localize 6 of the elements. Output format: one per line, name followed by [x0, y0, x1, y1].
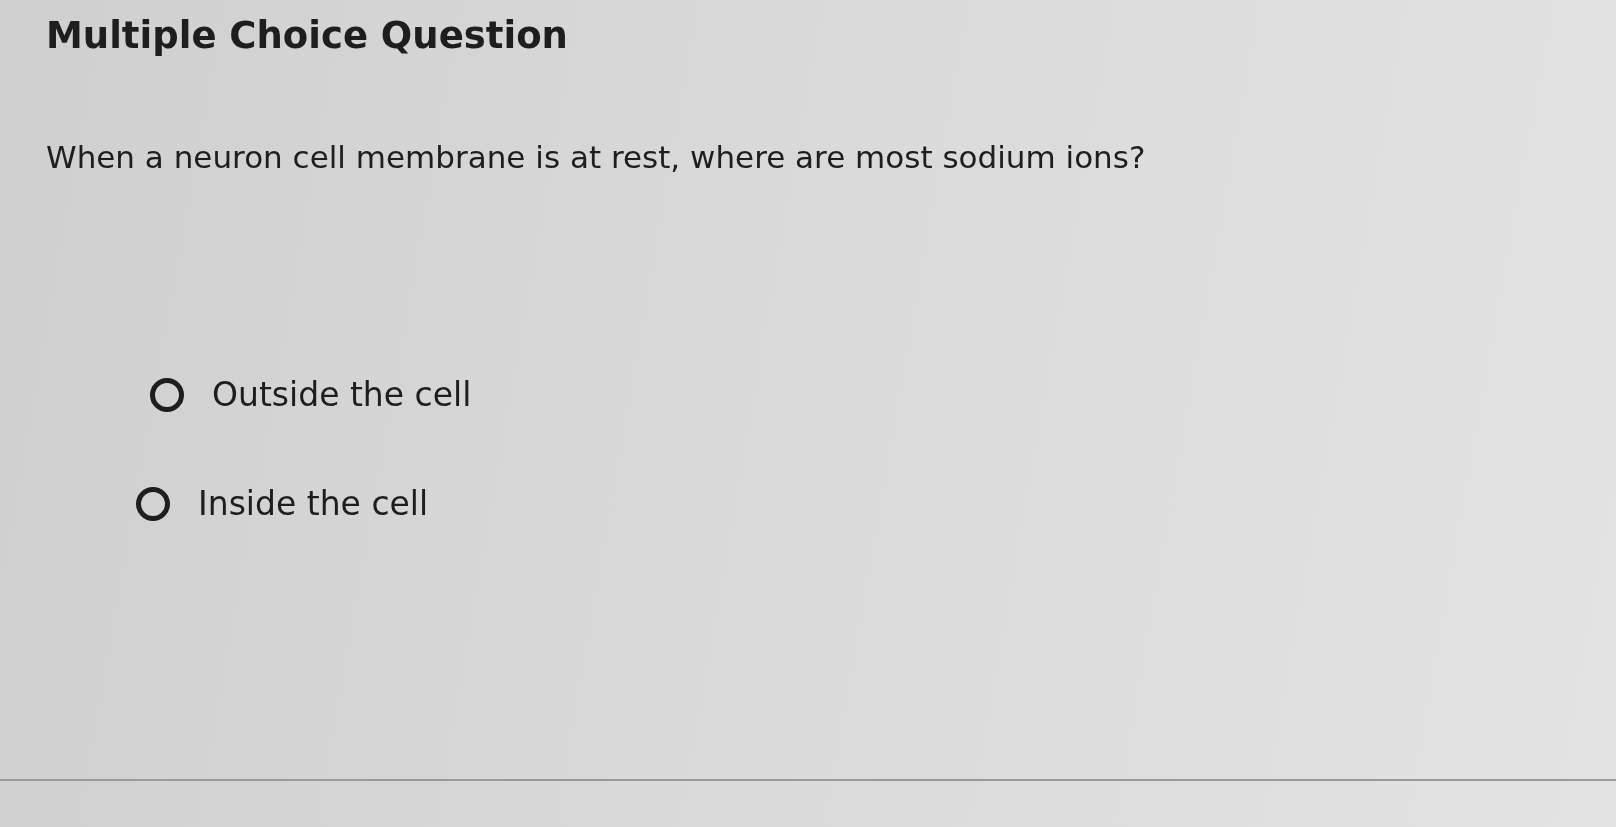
option-label[interactable]: Inside the cell — [198, 484, 429, 523]
option-label[interactable]: Outside the cell — [212, 375, 472, 414]
radio-button[interactable] — [150, 377, 184, 412]
question-heading: Multiple Choice Question — [46, 14, 569, 57]
radio-button[interactable] — [136, 486, 170, 521]
question-text: When a neuron cell membrane is at rest, where are most sodium ions? — [46, 139, 1147, 175]
